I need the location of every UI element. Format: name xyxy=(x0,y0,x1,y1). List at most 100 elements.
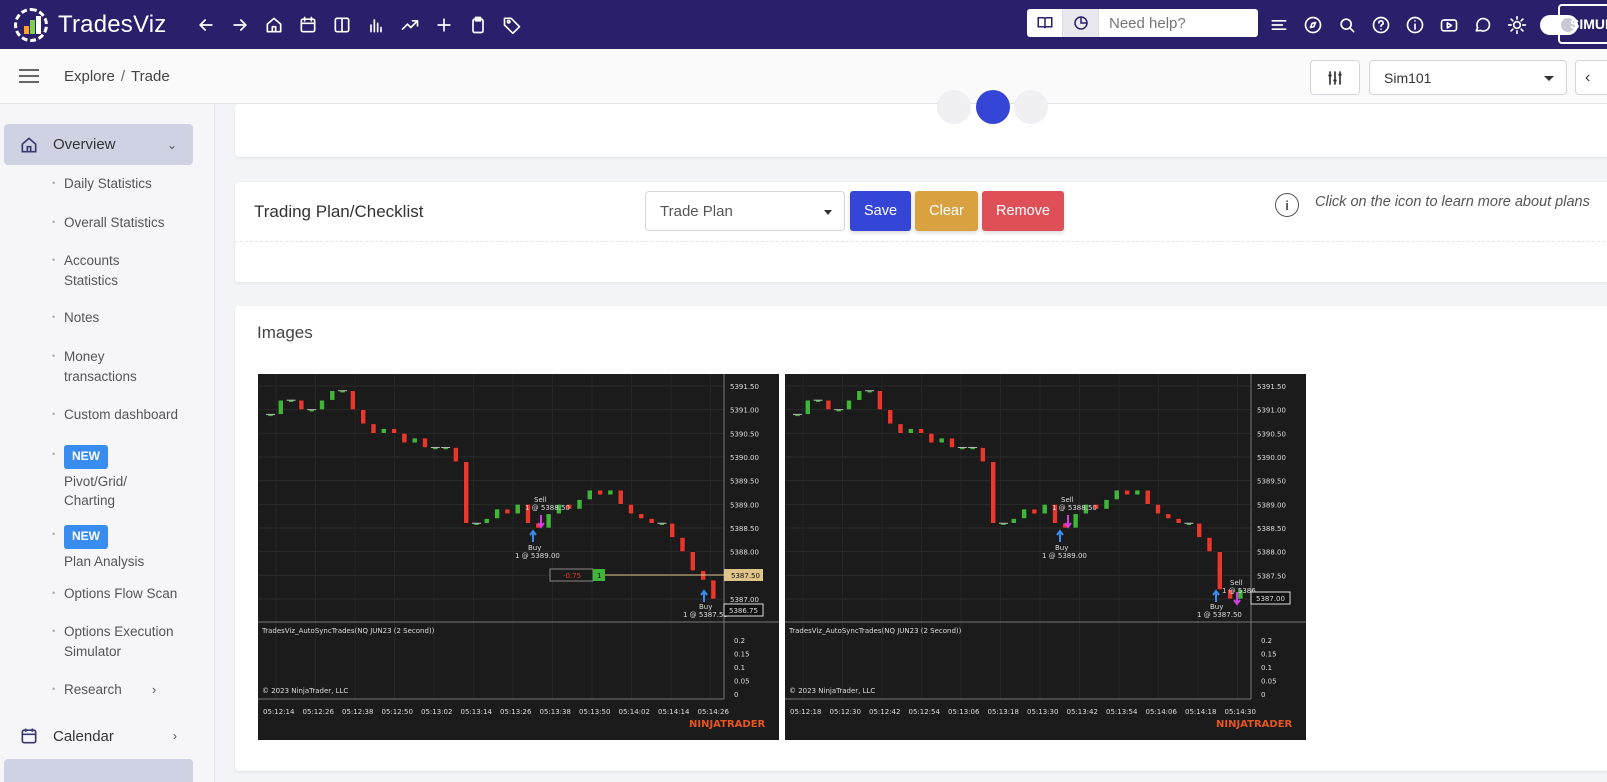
trade-plan-select[interactable]: Trade Plan xyxy=(645,191,845,231)
clear-button[interactable]: Clear xyxy=(915,191,978,231)
sidebar-item-overall-statistics[interactable]: Overall Statistics xyxy=(52,213,202,233)
calendar-icon[interactable] xyxy=(291,8,325,42)
bar-chart-icon[interactable] xyxy=(359,8,393,42)
video-icon[interactable] xyxy=(1432,8,1466,42)
previous-trade-button[interactable]: ‹ xyxy=(1575,60,1607,95)
sidebar: Overview ⌄ Daily Statistics Overall Stat… xyxy=(0,104,215,782)
clipboard-icon[interactable] xyxy=(461,8,495,42)
app-logo[interactable]: TradesViz xyxy=(14,7,167,42)
candle xyxy=(360,409,366,425)
price-tick-label: 5391.50 xyxy=(1257,383,1286,391)
candle xyxy=(690,551,696,571)
chevron-right-icon: › xyxy=(173,729,177,743)
help-input[interactable] xyxy=(1109,14,1249,32)
columns-icon[interactable] xyxy=(325,8,359,42)
candle xyxy=(1124,489,1130,496)
help-search-box xyxy=(1027,9,1258,37)
plan-hint-text: Click on the icon to learn more about pl… xyxy=(1315,194,1590,210)
candle xyxy=(370,423,377,434)
trade-label: 1 @ 5389.00 xyxy=(1042,552,1087,560)
compass-icon[interactable] xyxy=(1296,8,1330,42)
search-icon[interactable] xyxy=(1330,8,1364,42)
indicator-tick-label: 0.1 xyxy=(734,664,745,672)
plus-icon[interactable] xyxy=(427,8,461,42)
ninjatrader-logo: NINJATRADER xyxy=(689,719,766,730)
price-tick-label: 5389.50 xyxy=(730,478,759,486)
time-tick-label: 05:13:50 xyxy=(579,708,610,716)
candle xyxy=(298,399,305,410)
simulator-button[interactable]: SIMULA xyxy=(1558,4,1607,44)
pie-chart-icon[interactable] xyxy=(1063,9,1099,37)
candle xyxy=(980,447,986,462)
account-select[interactable]: Sim101 xyxy=(1369,60,1567,95)
hamburger-menu-icon[interactable] xyxy=(19,65,39,87)
question-icon[interactable] xyxy=(1364,8,1398,42)
sidebar-item-next[interactable] xyxy=(4,759,193,782)
candle xyxy=(597,489,603,496)
chevron-left-icon: ‹ xyxy=(1585,68,1591,86)
breadcrumb-explore[interactable]: Explore xyxy=(64,68,115,85)
candle xyxy=(1206,537,1213,552)
candle xyxy=(1165,513,1172,519)
indicator-tick-label: 0 xyxy=(1261,691,1265,699)
time-tick-label: 05:12:14 xyxy=(263,708,295,716)
tag-icon[interactable] xyxy=(495,8,529,42)
pager-next-button[interactable] xyxy=(1014,90,1048,124)
candle xyxy=(453,447,459,462)
forward-arrow-icon[interactable] xyxy=(223,8,257,42)
sidebar-item-pivot-grid-charting[interactable]: NEW Pivot/Grid/ Charting xyxy=(52,445,152,511)
trade-chart-image-2[interactable]: 5391.50 5391.00 5390.50 5390.00 5389.50 5389.… xyxy=(785,374,1306,740)
time-tick-label: 05:13:18 xyxy=(988,708,1019,716)
sidebar-item-money-transactions[interactable]: Money transactions xyxy=(52,347,152,386)
pager-prev-button[interactable] xyxy=(937,90,971,124)
price-tick-label: 5389.00 xyxy=(730,501,759,509)
account-select-value: Sim101 xyxy=(1384,69,1432,86)
trade-chart-image-1[interactable]: 5391.50 5391.00 5390.50 5390.00 5389.50 5389.… xyxy=(258,374,779,740)
filter-settings-button[interactable] xyxy=(1310,60,1360,95)
pager-current-page[interactable] xyxy=(976,90,1010,124)
sidebar-item-custom-dashboard[interactable]: Custom dashboard xyxy=(52,405,202,425)
candle xyxy=(381,428,387,434)
home-icon[interactable] xyxy=(257,8,291,42)
candle xyxy=(949,437,955,448)
sidebar-item-calendar[interactable]: Calendar › xyxy=(4,716,193,756)
candle xyxy=(908,428,914,434)
time-tick-label: 05:12:18 xyxy=(790,708,821,716)
price-tick-label: 5389.50 xyxy=(1257,478,1286,486)
time-tick-label: 05:13:02 xyxy=(421,708,452,716)
trade-label: Sell xyxy=(534,496,547,504)
time-tick-label: 05:13:30 xyxy=(1027,708,1058,716)
sidebar-item-notes[interactable]: Notes xyxy=(52,308,202,328)
price-tick-label: 5388.00 xyxy=(730,549,759,557)
breadcrumb-separator: / xyxy=(120,67,126,85)
time-tick-label: 05:12:38 xyxy=(342,708,373,716)
sidebar-item-daily-statistics[interactable]: Daily Statistics xyxy=(52,174,202,194)
time-tick-label: 05:12:26 xyxy=(303,708,335,716)
remove-button[interactable]: Remove xyxy=(982,191,1064,231)
sidebar-item-plan-analysis[interactable]: NEW Plan Analysis xyxy=(52,525,202,571)
sidebar-item-options-execution-simulator[interactable]: Options Execution Simulator xyxy=(52,622,202,661)
sidebar-item-accounts-statistics[interactable]: Accounts Statistics xyxy=(52,251,172,290)
sidebar-item-research[interactable]: Research › xyxy=(52,680,202,700)
sun-icon[interactable] xyxy=(1500,8,1534,42)
price-tick-label: 5391.50 xyxy=(730,383,759,391)
chat-icon[interactable] xyxy=(1466,8,1500,42)
candle xyxy=(805,399,811,415)
info-icon[interactable]: i xyxy=(1275,193,1299,217)
sidebar-item-overview[interactable]: Overview ⌄ xyxy=(4,124,193,165)
book-icon[interactable] xyxy=(1027,9,1063,37)
sidebar-item-options-flow-scan[interactable]: Options Flow Scan xyxy=(52,584,202,604)
save-button[interactable]: Save xyxy=(850,191,911,231)
info-icon[interactable] xyxy=(1398,8,1432,42)
price-marker: 5386.75 xyxy=(729,607,758,615)
sub-header: Explore / Trade Sim101 ‹ xyxy=(0,49,1607,104)
app-name: TradesViz xyxy=(58,10,167,38)
trade-label: Buy xyxy=(1055,544,1068,552)
sliders-icon[interactable] xyxy=(1262,8,1296,42)
candle xyxy=(1114,489,1120,500)
trend-icon[interactable] xyxy=(393,8,427,42)
ninjatrader-logo: NINJATRADER xyxy=(1216,719,1293,730)
candle xyxy=(887,409,893,425)
candle xyxy=(329,390,336,401)
back-arrow-icon[interactable] xyxy=(189,8,223,42)
